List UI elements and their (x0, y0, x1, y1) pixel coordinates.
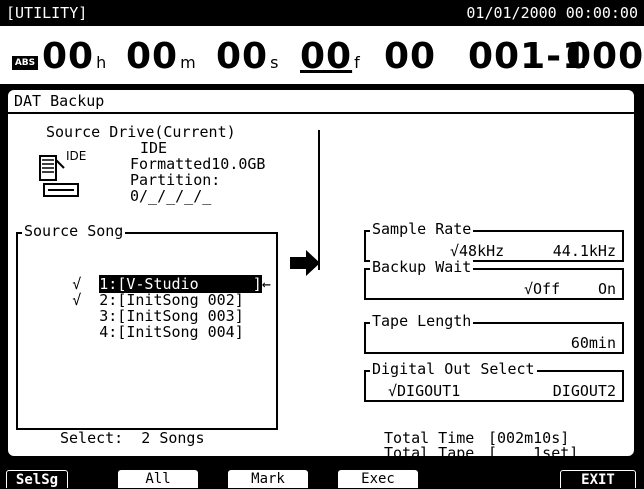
screen-title: [UTILITY] (6, 4, 88, 22)
counter-hours: 00 h (42, 36, 108, 77)
arrow-right-icon (290, 250, 320, 276)
select-count: Select: 2 Songs (60, 429, 205, 447)
sample-rate-title: Sample Rate (370, 220, 474, 238)
sample-rate-44k[interactable]: 44.1kHz (553, 242, 616, 260)
digital-out-title: Digital Out Select (370, 360, 537, 378)
counter-frames: 00 f (300, 36, 361, 77)
total-tape-value: [ 1set] (488, 444, 579, 462)
song-item-4[interactable]: 4:[InitSong 004] (18, 308, 244, 356)
abs-badge: ABS (12, 56, 38, 70)
backup-wait-on[interactable]: On (598, 280, 616, 298)
title-divider (8, 112, 634, 114)
backup-wait-field[interactable]: Backup Wait √Off On (364, 259, 624, 300)
f3-mark-button[interactable]: Mark (228, 470, 308, 488)
backup-wait-off[interactable]: √Off (524, 280, 560, 298)
backup-wait-title: Backup Wait (370, 258, 474, 276)
f4-exec-button[interactable]: Exec (338, 470, 418, 488)
tape-length-value[interactable]: 60min (571, 334, 616, 352)
dat-backup-panel: DAT Backup Source Drive(Current) IDE IDE… (6, 88, 636, 462)
counter-subframes: 00 (384, 36, 437, 77)
function-key-bar (0, 462, 644, 488)
counter-minutes: 00 m (126, 36, 197, 77)
cursor-arrow-icon: ← (261, 275, 271, 293)
counter-tick: 000 (566, 36, 644, 77)
tape-length-field[interactable]: Tape Length 60min (364, 313, 624, 354)
digital-out-2[interactable]: DIGOUT2 (553, 382, 616, 400)
digital-out-1[interactable]: √DIGOUT1 (388, 382, 460, 400)
f1-selsg-button[interactable]: SelSg (6, 470, 68, 488)
time-counter: ABS 00 h 00 m 00 s 00 f 00 001-1 000 (0, 26, 644, 84)
source-songs-title: Source Song (22, 222, 126, 240)
partition-value: 0/_/_/_/_ (130, 187, 212, 205)
panel-title: DAT Backup (14, 92, 105, 110)
source-songs-box[interactable]: Source Song √ 1:[V-Studio ]← √ 2:[InitSo… (16, 223, 278, 430)
counter-seconds: 00 s (216, 36, 280, 77)
total-tape-label: Total Tape (384, 444, 475, 462)
f2-all-button[interactable]: All (118, 470, 198, 488)
digital-out-field[interactable]: Digital Out Select √DIGOUT1 DIGOUT2 (364, 361, 624, 402)
date-time: 01/01/2000 00:00:00 (466, 4, 638, 22)
top-status-bar: [UTILITY] 01/01/2000 00:00:00 (0, 0, 644, 26)
drive-icon-label: IDE (66, 149, 87, 163)
tape-length-title: Tape Length (370, 312, 474, 330)
f6-exit-button[interactable]: EXIT (560, 470, 636, 488)
